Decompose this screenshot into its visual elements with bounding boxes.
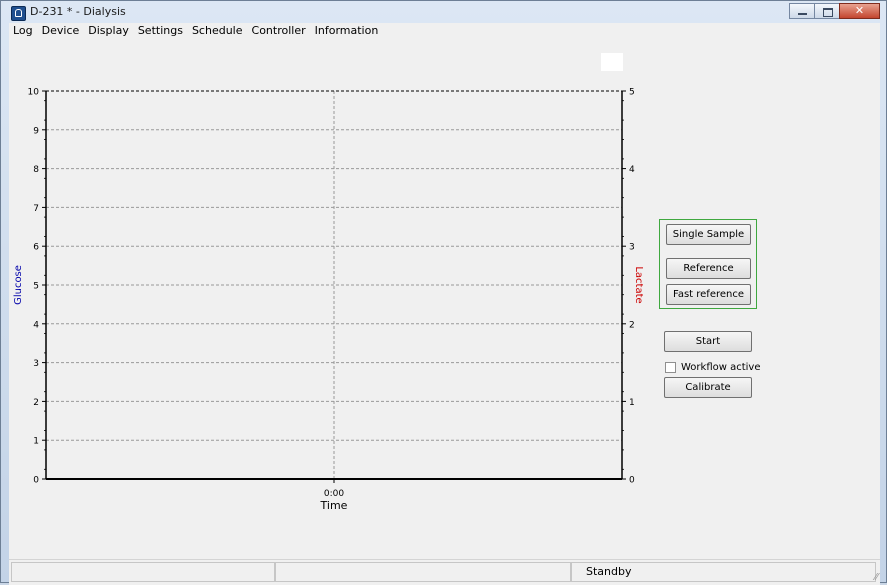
workflow-active-row[interactable]: Workflow active	[665, 360, 761, 374]
status-pane-1	[11, 562, 275, 582]
status-text: Standby	[571, 562, 876, 582]
left-tick-label: 10	[28, 88, 40, 98]
menu-information[interactable]: Information	[311, 23, 384, 39]
minimize-icon	[798, 13, 807, 15]
x-tick-label: 0:00	[324, 489, 344, 499]
right-tick-label: 0	[629, 476, 635, 486]
chart: 0 1 2 3 4 5 6 7 8 9 10 0 1 2 3 4 5 0:00 Time Glucose Lactate	[9, 73, 669, 553]
left-tick-label: 3	[33, 359, 39, 369]
right-tick-label: 3	[629, 243, 635, 253]
title-bar[interactable]: D-231 * - Dialysis ✕	[1, 1, 886, 23]
left-tick-label: 0	[33, 476, 39, 486]
menu-log[interactable]: Log	[9, 23, 38, 39]
start-button[interactable]: Start	[664, 331, 752, 352]
app-icon	[11, 6, 26, 21]
left-tick-label: 8	[33, 165, 39, 175]
y-axis-label-left: Glucose	[13, 265, 24, 305]
blank-panel	[601, 53, 623, 71]
menu-controller[interactable]: Controller	[248, 23, 311, 39]
close-icon: ✕	[854, 4, 865, 17]
left-tick-label: 4	[33, 320, 39, 330]
client-area: Log Device Display Settings Schedule Con…	[9, 23, 880, 585]
maximize-button[interactable]	[814, 3, 840, 19]
right-tick-label: 4	[629, 165, 635, 175]
x-axis-label: Time	[320, 499, 348, 512]
left-tick-label: 5	[33, 282, 39, 292]
maximize-icon	[823, 8, 833, 17]
menu-device[interactable]: Device	[38, 23, 85, 39]
minimize-button[interactable]	[789, 3, 815, 19]
menu-display[interactable]: Display	[84, 23, 134, 39]
window-title: D-231 * - Dialysis	[30, 5, 126, 18]
menu-settings[interactable]: Settings	[134, 23, 188, 39]
left-tick-label: 9	[33, 126, 39, 136]
close-button[interactable]: ✕	[839, 3, 880, 19]
y-axis-label-right: Lactate	[633, 266, 644, 303]
reference-button[interactable]: Reference	[666, 258, 751, 279]
left-tick-label: 2	[33, 398, 39, 408]
workflow-active-checkbox[interactable]	[665, 361, 676, 373]
app-window: D-231 * - Dialysis ✕ Log Device Display …	[0, 0, 887, 585]
window-controls: ✕	[789, 3, 880, 20]
left-tick-label: 6	[33, 243, 39, 253]
right-tick-label: 5	[629, 88, 635, 98]
fast-reference-button[interactable]: Fast reference	[666, 284, 751, 305]
right-tick-label: 1	[629, 398, 635, 408]
single-sample-button[interactable]: Single Sample	[666, 224, 751, 245]
chart-svg: 0 1 2 3 4 5 6 7 8 9 10 0 1 2 3 4 5 0:00Time Glucose Lactate	[13, 88, 644, 513]
calibrate-button[interactable]: Calibrate	[664, 377, 752, 398]
workflow-active-label: Workflow active	[681, 361, 761, 373]
right-tick-label: 2	[629, 320, 635, 330]
left-tick-label: 7	[33, 204, 39, 214]
status-pane-2	[275, 562, 571, 582]
resize-grip-icon[interactable]: ⁄⁄	[875, 572, 878, 583]
status-bar: Standby ⁄⁄	[9, 559, 880, 585]
menu-schedule[interactable]: Schedule	[188, 23, 248, 39]
menu-bar: Log Device Display Settings Schedule Con…	[9, 23, 880, 39]
left-tick-label: 1	[33, 437, 39, 447]
